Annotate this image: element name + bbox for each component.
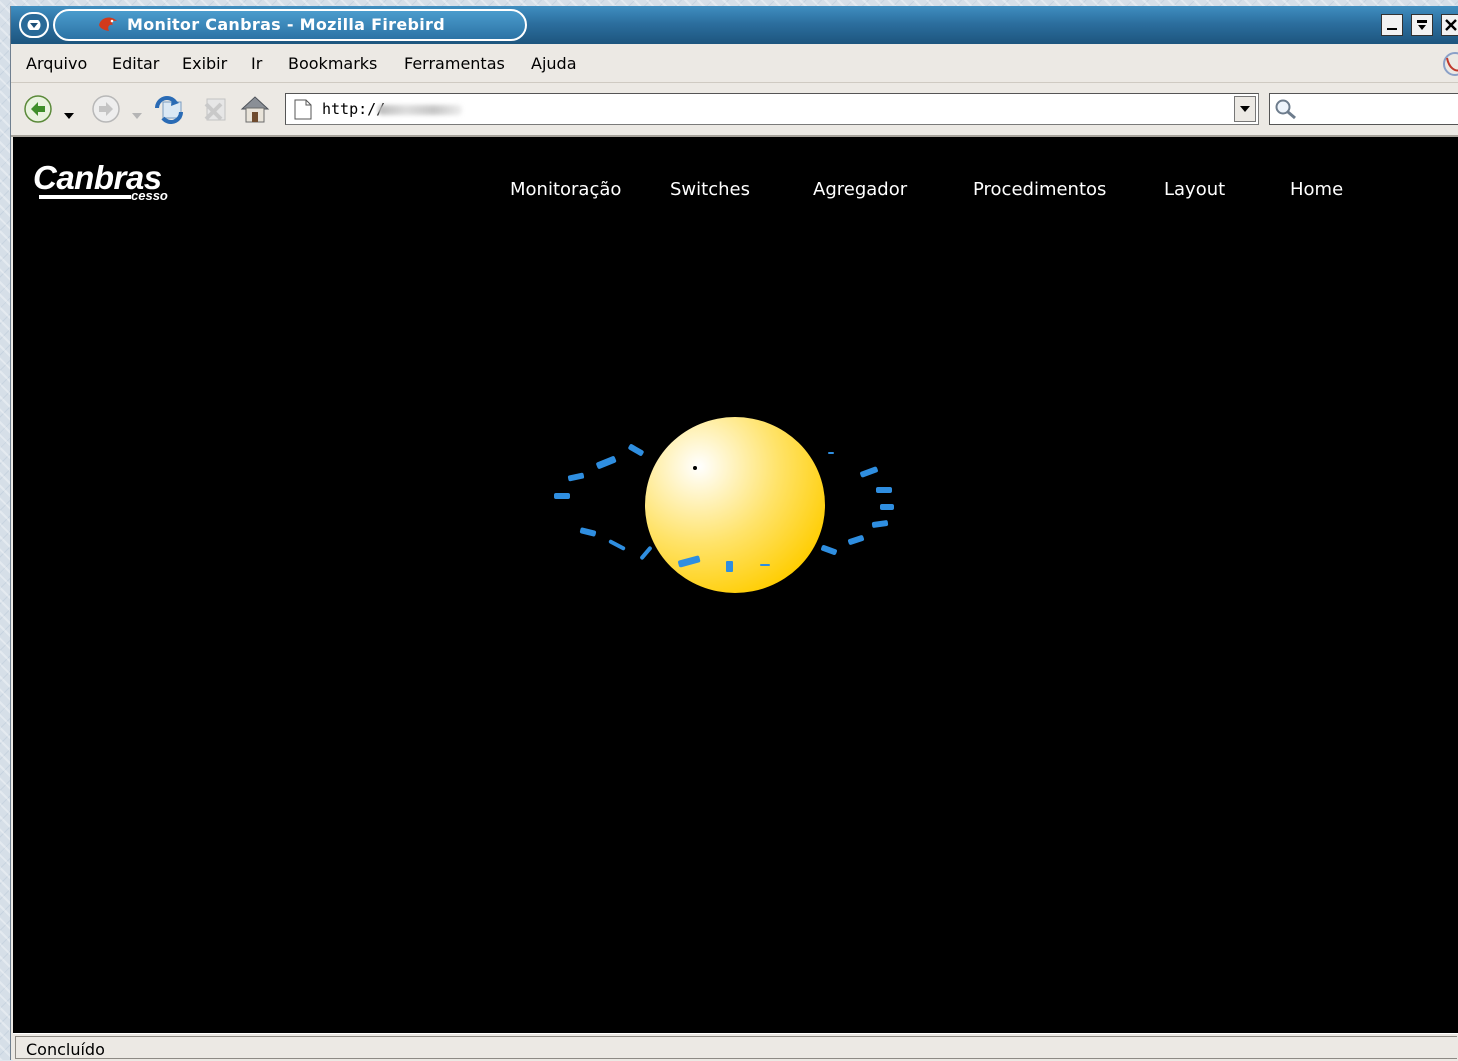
- menu-ajuda[interactable]: Ajuda: [531, 54, 577, 73]
- status-panel: Concluído: [15, 1036, 1457, 1059]
- home-icon: [240, 96, 270, 123]
- logo-subtext: cesso: [131, 188, 168, 203]
- minimize-icon: [1387, 28, 1397, 30]
- url-history-dropdown[interactable]: [1234, 96, 1256, 122]
- chevron-down-icon: [27, 20, 41, 30]
- url-redacted: [378, 105, 462, 115]
- window-menu-button[interactable]: [19, 12, 49, 38]
- minimize-button[interactable]: [1381, 14, 1403, 36]
- spinning-globe-animation: [538, 407, 928, 597]
- navigation-toolbar: http://: [11, 83, 1458, 137]
- menu-bar: Arquivo Editar Exibir Ir Bookmarks Ferra…: [11, 44, 1458, 83]
- nav-monitoracao[interactable]: Monitoração: [510, 179, 621, 200]
- logo-underline: [39, 195, 131, 199]
- firebird-icon: [99, 17, 117, 31]
- back-history-dropdown[interactable]: [63, 105, 75, 124]
- browser-window: Monitor Canbras - Mozilla Firebird Arqui…: [10, 6, 1458, 1061]
- nav-switches[interactable]: Switches: [670, 179, 750, 200]
- dropdown-arrow-icon: [64, 113, 74, 119]
- nav-agregador[interactable]: Agregador: [813, 179, 907, 200]
- reload-button[interactable]: [153, 94, 185, 128]
- menu-editar[interactable]: Editar: [112, 54, 159, 73]
- page-content: Canbras cesso Monitoração Switches Agreg…: [13, 137, 1458, 1033]
- nav-layout[interactable]: Layout: [1164, 179, 1225, 200]
- page-icon: [294, 99, 312, 120]
- title-bar[interactable]: Monitor Canbras - Mozilla Firebird: [11, 6, 1458, 44]
- site-logo[interactable]: Canbras cesso: [33, 161, 168, 203]
- status-bar: Concluído: [13, 1033, 1458, 1061]
- url-input[interactable]: http://: [322, 100, 385, 118]
- url-bar[interactable]: http://: [285, 93, 1259, 125]
- dropdown-arrow-icon: [1240, 106, 1250, 112]
- menu-ferramentas[interactable]: Ferramentas: [404, 54, 505, 73]
- status-text: Concluído: [26, 1040, 105, 1059]
- search-input[interactable]: [1269, 93, 1458, 125]
- forward-arrow-icon: [92, 95, 120, 123]
- maximize-button[interactable]: [1411, 14, 1433, 36]
- search-icon: [1275, 99, 1296, 120]
- reload-icon: [155, 96, 183, 124]
- menu-bookmarks[interactable]: Bookmarks: [288, 54, 377, 73]
- back-arrow-icon: [24, 95, 52, 123]
- nav-home[interactable]: Home: [1290, 179, 1343, 200]
- close-button[interactable]: [1441, 14, 1458, 36]
- forward-history-dropdown[interactable]: [131, 105, 143, 124]
- stop-icon: [204, 98, 226, 121]
- menu-exibir[interactable]: Exibir: [182, 54, 227, 73]
- forward-button[interactable]: [91, 94, 121, 128]
- dropdown-arrow-icon: [132, 113, 142, 119]
- menu-ir[interactable]: Ir: [251, 54, 262, 73]
- globe-graphic: [554, 417, 894, 593]
- stop-button[interactable]: [199, 94, 229, 128]
- throbber-icon: [1443, 52, 1458, 76]
- menu-arquivo[interactable]: Arquivo: [26, 54, 87, 73]
- home-button[interactable]: [239, 94, 271, 128]
- shade-icon: [1417, 20, 1427, 30]
- window-title: Monitor Canbras - Mozilla Firebird: [127, 15, 445, 34]
- back-button[interactable]: [23, 94, 53, 128]
- nav-procedimentos[interactable]: Procedimentos: [973, 179, 1106, 200]
- close-icon: [1445, 19, 1457, 31]
